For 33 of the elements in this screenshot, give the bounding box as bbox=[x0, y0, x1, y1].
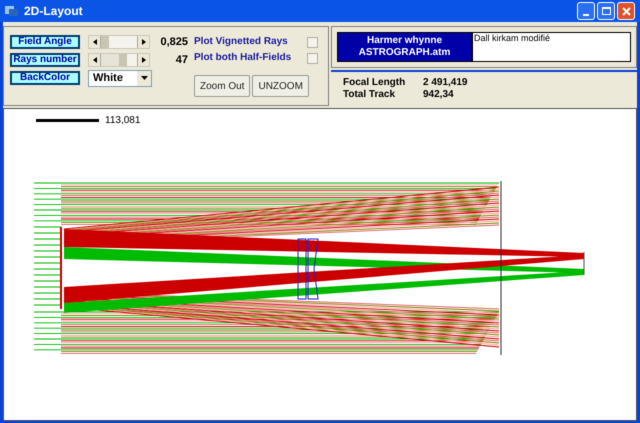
slider-value: 0,825 bbox=[159, 34, 188, 50]
stat-label: Focal Length bbox=[343, 76, 406, 89]
scroll-thumb[interactable] bbox=[101, 54, 127, 66]
option-label: Plot both Half-Fields bbox=[194, 53, 292, 63]
minimize-button[interactable] bbox=[577, 2, 595, 20]
close-button[interactable] bbox=[617, 2, 635, 20]
scroll-thumb[interactable] bbox=[101, 36, 109, 48]
scale-value: 113,081 bbox=[105, 114, 140, 128]
file-name: ASTROGRAPH.atm bbox=[358, 47, 450, 60]
stat-label: Total Track bbox=[343, 89, 396, 102]
checkbox[interactable] bbox=[307, 52, 318, 64]
minimize-icon bbox=[583, 14, 589, 16]
stat-value: 2 491,419 bbox=[423, 76, 468, 89]
option-label: Plot Vignetted Rays bbox=[194, 37, 289, 47]
scroll-bar[interactable] bbox=[88, 53, 150, 67]
slider-value: 47 bbox=[174, 52, 188, 68]
parameter-label: Field Angle bbox=[10, 35, 80, 49]
close-icon bbox=[622, 6, 630, 16]
app-icon bbox=[5, 5, 19, 17]
design-name: Harmer whynne bbox=[366, 34, 442, 47]
window-title: 2D-Layout bbox=[24, 3, 83, 20]
parameter-label: Rays number bbox=[10, 53, 80, 67]
scale-bar bbox=[36, 119, 99, 122]
zoom-button[interactable]: UNZOOM bbox=[252, 75, 309, 97]
checkbox[interactable] bbox=[307, 36, 318, 48]
scroll-bar[interactable] bbox=[88, 35, 150, 49]
maximize-icon bbox=[602, 7, 610, 15]
color-dropdown[interactable]: White bbox=[88, 70, 152, 86]
stat-value: 942,34 bbox=[423, 89, 454, 102]
parameter-label: BackColor bbox=[10, 71, 80, 85]
maximize-button[interactable] bbox=[597, 2, 615, 20]
zoom-button[interactable]: Zoom Out bbox=[194, 75, 250, 97]
description-field[interactable]: Dall kirkam modifié bbox=[472, 32, 631, 62]
